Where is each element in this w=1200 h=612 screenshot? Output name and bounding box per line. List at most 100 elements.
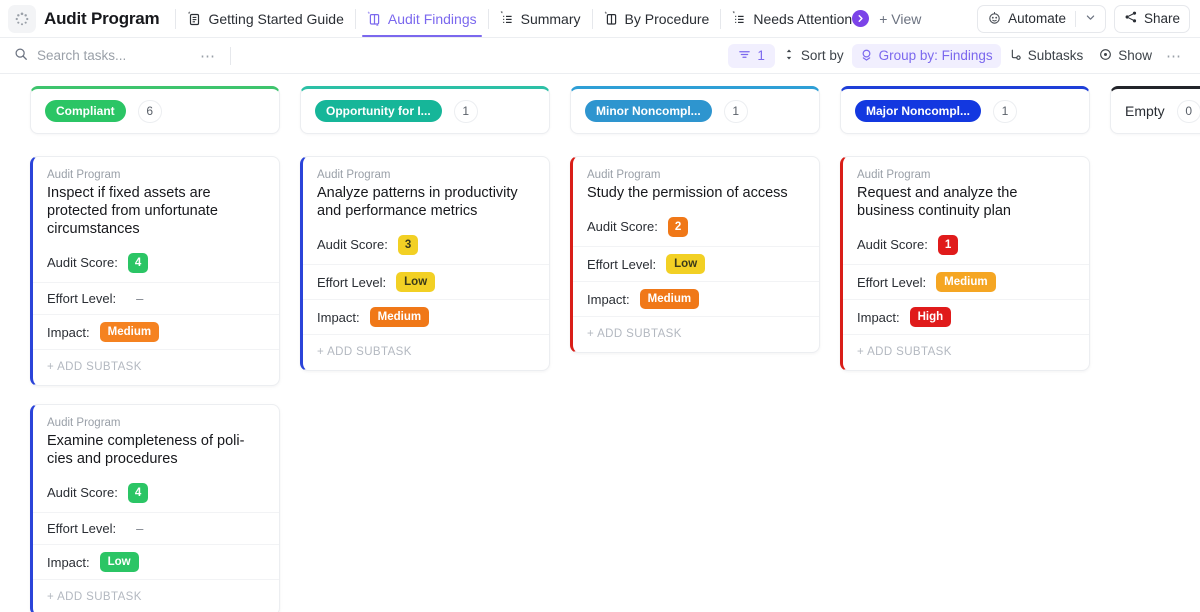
card-field-row[interactable]: Audit Score:2: [573, 214, 819, 246]
top-bar: Audit Program * Getting Started Guide *: [0, 0, 1200, 38]
card-field-label: Audit Score:: [317, 237, 388, 252]
card-list: Audit Program Analyze patterns in product…: [300, 134, 550, 371]
subtask-icon: [1009, 48, 1022, 64]
search-overflow-icon[interactable]: ⋯: [194, 47, 222, 65]
doc-icon: *: [187, 11, 202, 27]
card-body: Audit Program Request and analyze the bus…: [843, 157, 1089, 220]
board-icon: *: [604, 11, 619, 27]
card-field-row[interactable]: Audit Score:4: [33, 480, 279, 512]
tab-audit-findings[interactable]: * Audit Findings: [358, 0, 486, 37]
card-field-value-badge: Medium: [640, 289, 699, 309]
show-label: Show: [1118, 48, 1152, 63]
card-field-row[interactable]: Impact:Medium: [303, 299, 549, 334]
card-field-row[interactable]: Impact:Medium: [33, 314, 279, 349]
task-card[interactable]: Audit ProgramInspect if fixed assets are…: [30, 156, 280, 386]
filter-count: 1: [757, 48, 765, 63]
tab-label: By Procedure: [625, 11, 710, 27]
card-field-row[interactable]: Impact:Medium: [573, 281, 819, 316]
card-body: Audit Program Examine completeness of pol…: [33, 405, 279, 468]
add-subtask-button[interactable]: + ADD SUBTASK: [843, 334, 1089, 370]
board-column: Major Noncompl... 1 Audit Program Request a…: [840, 86, 1090, 612]
chevron-right-icon[interactable]: [852, 10, 869, 27]
toolbar-overflow-icon[interactable]: ⋯: [1160, 47, 1188, 65]
sort-icon: [783, 48, 795, 64]
group-by-button[interactable]: Group by: Findings: [852, 44, 1001, 68]
divider: [720, 9, 721, 29]
card-field-row[interactable]: Effort Level:Medium: [843, 264, 1089, 299]
status-badge: Empty: [1125, 99, 1165, 123]
add-subtask-button[interactable]: + ADD SUBTASK: [303, 334, 549, 370]
card-list-name: Audit Program: [47, 417, 265, 429]
card-title[interactable]: Examine completeness of poli-cies and pr…: [47, 432, 265, 468]
card-field-row[interactable]: Effort Level:–: [33, 512, 279, 544]
filter-icon: [738, 48, 751, 64]
show-button[interactable]: Show: [1091, 44, 1160, 68]
task-card[interactable]: Audit Program Request and analyze the bus…: [840, 156, 1090, 371]
column-header[interactable]: Minor Noncompl...1: [570, 86, 820, 134]
card-title[interactable]: Analyze patterns in productivity and per…: [317, 184, 535, 220]
tab-needs-attention[interactable]: * Needs Attention: [723, 0, 854, 37]
board: Compliant6Audit ProgramInspect if fixed …: [0, 74, 1200, 612]
column-header[interactable]: Opportunity for I...1: [300, 86, 550, 134]
add-view-button[interactable]: + View: [869, 11, 931, 27]
automate-dropdown[interactable]: [1076, 6, 1105, 32]
sort-by-button[interactable]: Sort by: [775, 44, 852, 68]
card-title[interactable]: Request and analyze the business continu…: [857, 184, 1075, 220]
automate-main[interactable]: Automate: [978, 6, 1075, 32]
card-title[interactable]: Study the permission of access: [587, 184, 805, 202]
card-title[interactable]: Inspect if fixed assets are protected fr…: [47, 184, 265, 238]
task-card[interactable]: Audit ProgramStudy the permission of acc…: [570, 156, 820, 353]
card-field-value-badge: Low: [100, 552, 139, 572]
search-box[interactable]: [14, 47, 194, 64]
add-subtask-button[interactable]: + ADD SUBTASK: [33, 579, 279, 612]
svg-text:*: *: [733, 11, 736, 17]
share-main[interactable]: Share: [1115, 6, 1189, 32]
status-badge: Major Noncompl...: [855, 100, 981, 122]
board-column: Empty 0: [1110, 86, 1200, 612]
column-header[interactable]: Major Noncompl... 1: [840, 86, 1090, 134]
list-icon: *: [732, 11, 747, 27]
toolbar: ⋯ 1 Sort by Group by: Findin: [0, 38, 1200, 74]
tab-summary[interactable]: * Summary: [491, 0, 590, 37]
tab-getting-started-guide[interactable]: * Getting Started Guide: [178, 0, 352, 37]
search-input[interactable]: [37, 48, 187, 63]
card-field-row[interactable]: Audit Score:1: [843, 232, 1089, 264]
column-count: 1: [724, 100, 748, 123]
task-card[interactable]: Audit Program Examine completeness of pol…: [30, 404, 280, 612]
card-list: Audit ProgramStudy the permission of acc…: [570, 134, 820, 353]
card-list-name: Audit Program: [317, 169, 535, 181]
app-icon[interactable]: [8, 5, 36, 33]
card-field-empty-value: –: [126, 291, 143, 306]
card-field-label: Effort Level:: [317, 275, 386, 290]
add-subtask-button[interactable]: + ADD SUBTASK: [573, 316, 819, 352]
status-badge: Opportunity for I...: [315, 100, 442, 122]
card-field-row[interactable]: Audit Score:4: [33, 250, 279, 282]
card-field-row[interactable]: Effort Level:–: [33, 282, 279, 314]
card-field-row[interactable]: Effort Level: Low: [303, 264, 549, 299]
card-field-value-badge: Low: [396, 272, 435, 292]
card-field-row[interactable]: Effort Level:Low: [573, 246, 819, 281]
robot-icon: [987, 10, 1002, 28]
column-count: 0: [1177, 100, 1200, 123]
column-header[interactable]: Empty 0: [1110, 86, 1200, 134]
page-title: Audit Program: [44, 9, 159, 29]
filter-button[interactable]: 1: [728, 44, 775, 68]
share-label: Share: [1144, 11, 1180, 26]
column-header[interactable]: Compliant6: [30, 86, 280, 134]
card-field-row[interactable]: Impact:High: [843, 299, 1089, 334]
task-card[interactable]: Audit Program Analyze patterns in product…: [300, 156, 550, 371]
card-field-label: Effort Level:: [47, 291, 116, 306]
tab-by-procedure[interactable]: * By Procedure: [595, 0, 719, 37]
card-field-row[interactable]: Impact:Low: [33, 544, 279, 579]
card-field-value-badge: 2: [668, 217, 688, 237]
subtasks-button[interactable]: Subtasks: [1001, 44, 1092, 68]
automate-button[interactable]: Automate: [977, 5, 1106, 33]
card-field-label: Effort Level:: [857, 275, 926, 290]
share-button[interactable]: Share: [1114, 5, 1190, 33]
tab-label: Needs Attention: [753, 11, 852, 27]
automate-label: Automate: [1008, 11, 1066, 26]
card-field-row[interactable]: Audit Score:3: [303, 232, 549, 264]
column-count: 1: [993, 100, 1017, 123]
add-subtask-button[interactable]: + ADD SUBTASK: [33, 349, 279, 385]
card-list-name: Audit Program: [857, 169, 1075, 181]
